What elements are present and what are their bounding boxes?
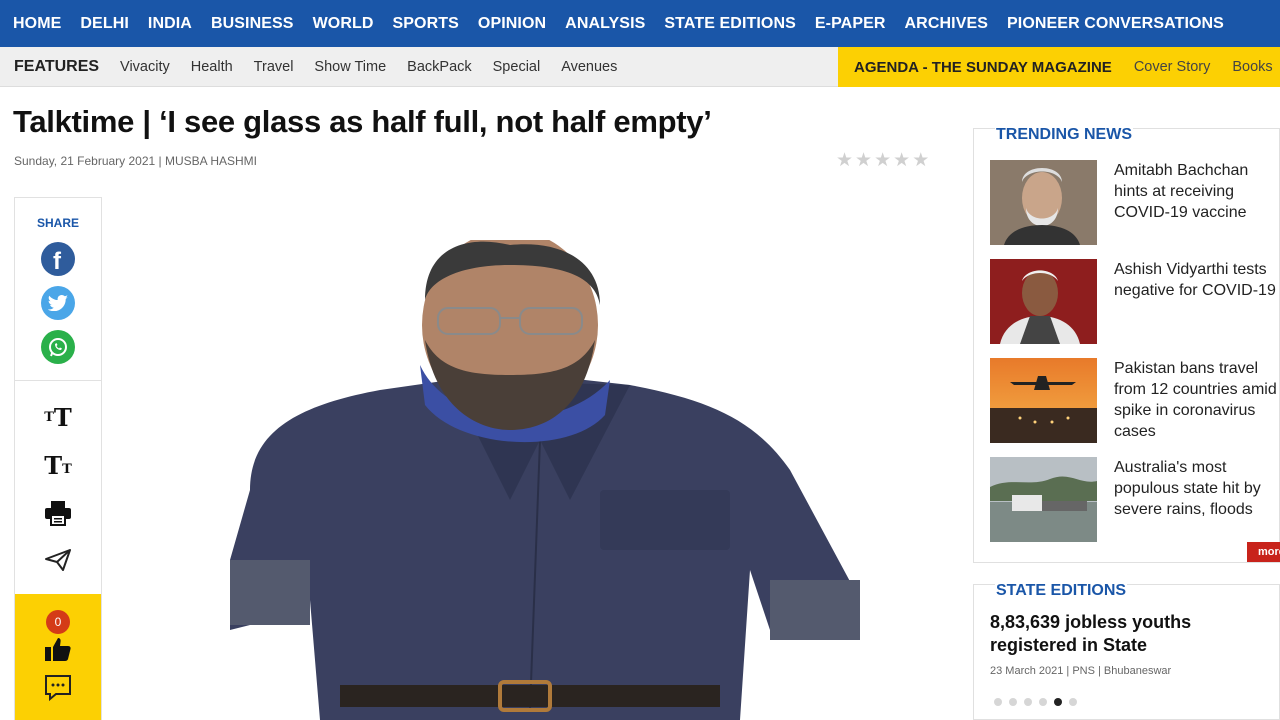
star-icon[interactable]: ★ [874,151,891,171]
subnav-backpack[interactable]: BackPack [407,59,471,75]
sub-navigation: FEATURES Vivacity Health Travel Show Tim… [0,47,1280,87]
thumbs-up-icon[interactable] [44,636,72,667]
star-icon[interactable]: ★ [893,151,910,171]
article-main-image [210,230,870,720]
subnav-show-time[interactable]: Show Time [314,59,386,75]
like-count-badge: 0 [46,610,70,634]
star-icon[interactable]: ★ [836,151,853,171]
agenda-menu: AGENDA - THE SUNDAY MAGAZINE Cover Story… [838,47,1280,87]
slider-dot[interactable] [1009,698,1017,706]
star-icon[interactable]: ★ [855,151,872,171]
agenda-title[interactable]: AGENDA - THE SUNDAY MAGAZINE [854,59,1112,76]
state-edition-headline[interactable]: 8,83,639 jobless youths registered in St… [990,611,1280,657]
nav-e-paper[interactable]: E-PAPER [815,15,886,33]
slider-dots [994,698,1084,706]
article-headline: Talktime | ‘I see glass as half full, no… [13,104,712,139]
trending-thumbnail[interactable] [990,358,1097,443]
slider-dot[interactable] [994,698,1002,706]
comment-icon[interactable] [44,674,72,707]
font-increase-icon[interactable]: TT [41,448,75,482]
facebook-icon[interactable]: f [41,242,75,276]
trending-headline[interactable]: Ashish Vidyarthi tests negative for COVI… [1114,259,1280,301]
subnav-avenues[interactable]: Avenues [561,59,617,75]
nav-business[interactable]: BUSINESS [211,15,294,33]
nav-pioneer-conversations[interactable]: PIONEER CONVERSATIONS [1007,15,1224,33]
trending-headline[interactable]: Pakistan bans travel from 12 countries a… [1114,358,1280,442]
nav-state-editions[interactable]: STATE EDITIONS [664,15,795,33]
nav-analysis[interactable]: ANALYSIS [565,15,645,33]
trending-headline[interactable]: Australia's most populous state hit by s… [1114,457,1280,520]
trending-item[interactable]: Pakistan bans travel from 12 countries a… [990,358,1280,444]
trending-item[interactable]: Amitabh Bachchan hints at receiving COVI… [990,160,1280,246]
trending-item[interactable]: Ashish Vidyarthi tests negative for COVI… [990,259,1280,345]
share-label: SHARE [36,216,79,230]
trending-thumbnail[interactable] [990,457,1097,542]
slider-dot[interactable] [1039,698,1047,706]
nav-archives[interactable]: ARCHIVES [905,15,988,33]
nav-home[interactable]: HOME [13,15,61,33]
nav-sports[interactable]: SPORTS [393,15,459,33]
more-button[interactable]: more [1247,542,1280,562]
trending-news-box: TRENDING NEWS Amitabh Bachchan hints at … [973,126,1280,563]
top-navigation: HOME DELHI INDIA BUSINESS WORLD SPORTS O… [0,0,1280,47]
slider-dot[interactable] [1069,698,1077,706]
font-decrease-icon[interactable]: TT [41,400,75,434]
share-toolbar: SHARE f TT TT 0 [14,197,102,720]
agenda-books[interactable]: Books [1232,59,1272,75]
features-menu: FEATURES Vivacity Health Travel Show Tim… [14,47,638,87]
whatsapp-icon[interactable] [41,330,75,364]
reaction-panel: 0 [15,594,101,720]
star-icon[interactable]: ★ [912,151,929,171]
rating-stars[interactable]: ★ ★ ★ ★ ★ [836,151,931,171]
state-edition-meta: 23 March 2021 | PNS | Bhubaneswar [990,665,1172,677]
svg-text:f: f [53,248,62,275]
trending-headline[interactable]: Amitabh Bachchan hints at receiving COVI… [1114,160,1280,223]
trending-thumbnail[interactable] [990,259,1097,344]
subnav-vivacity[interactable]: Vivacity [120,59,170,75]
subnav-travel[interactable]: Travel [254,59,294,75]
nav-world[interactable]: WORLD [313,15,374,33]
nav-delhi[interactable]: DELHI [80,15,129,33]
subnav-special[interactable]: Special [493,59,541,75]
twitter-icon[interactable] [41,286,75,320]
nav-opinion[interactable]: OPINION [478,15,546,33]
trending-thumbnail[interactable] [990,160,1097,245]
slider-dot[interactable] [1024,698,1032,706]
subnav-health[interactable]: Health [191,59,233,75]
trending-title: TRENDING NEWS [995,126,1133,144]
print-icon[interactable] [41,496,75,530]
state-editions-title: STATE EDITIONS [995,582,1128,600]
nav-india[interactable]: INDIA [148,15,192,33]
slider-dot-active[interactable] [1054,698,1062,706]
trending-item[interactable]: Australia's most populous state hit by s… [990,457,1280,543]
send-icon[interactable] [41,543,75,577]
state-editions-box: STATE EDITIONS 8,83,639 jobless youths r… [973,582,1280,720]
article-meta: Sunday, 21 February 2021 | MUSBA HASHMI [14,154,258,168]
features-label[interactable]: FEATURES [14,58,99,76]
agenda-cover-story[interactable]: Cover Story [1134,59,1211,75]
divider [15,380,101,381]
